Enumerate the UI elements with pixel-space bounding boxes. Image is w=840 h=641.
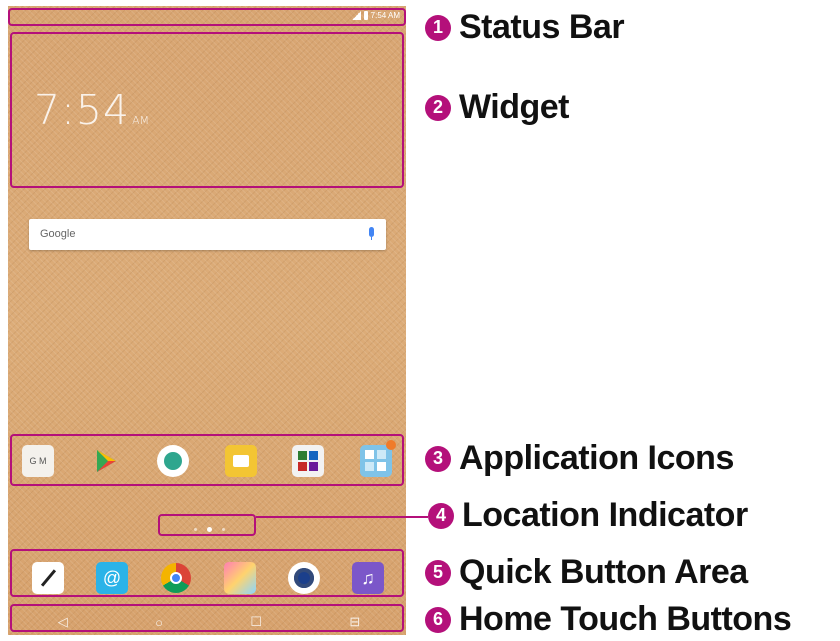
home-touch-highlight	[10, 604, 404, 632]
quick-button-highlight	[10, 549, 404, 597]
widget-highlight	[10, 32, 404, 188]
callout-text: Status Bar	[459, 8, 625, 46]
google-search-bar[interactable]: Google	[29, 219, 386, 250]
callout-text: Home Touch Buttons	[459, 600, 792, 638]
callout-location-indicator: 4 Location Indicator	[428, 496, 748, 535]
callout-number: 2	[425, 94, 451, 121]
google-logo: Google	[40, 228, 76, 240]
callout-text: Application Icons	[459, 439, 734, 477]
location-leader-line	[256, 516, 428, 518]
callout-number: 5	[425, 559, 451, 586]
callout-number: 4	[428, 502, 454, 529]
mic-icon[interactable]	[369, 227, 374, 240]
callout-text: Widget	[459, 88, 570, 126]
callout-text: Location Indicator	[462, 496, 748, 534]
location-indicator-highlight	[158, 514, 256, 536]
callout-number: 3	[425, 445, 451, 472]
callout-application-icons: 3 Application Icons	[425, 439, 734, 478]
callout-home-touch-buttons: 6 Home Touch Buttons	[425, 600, 792, 639]
app-icons-highlight	[10, 434, 404, 486]
callout-number: 6	[425, 606, 451, 633]
callout-widget: 2 Widget	[425, 88, 570, 127]
callout-number: 1	[425, 14, 451, 41]
status-bar-highlight	[8, 8, 406, 26]
callout-quick-button-area: 5 Quick Button Area	[425, 553, 748, 592]
callout-text: Quick Button Area	[459, 553, 748, 591]
callout-status-bar: 1 Status Bar	[425, 8, 625, 47]
